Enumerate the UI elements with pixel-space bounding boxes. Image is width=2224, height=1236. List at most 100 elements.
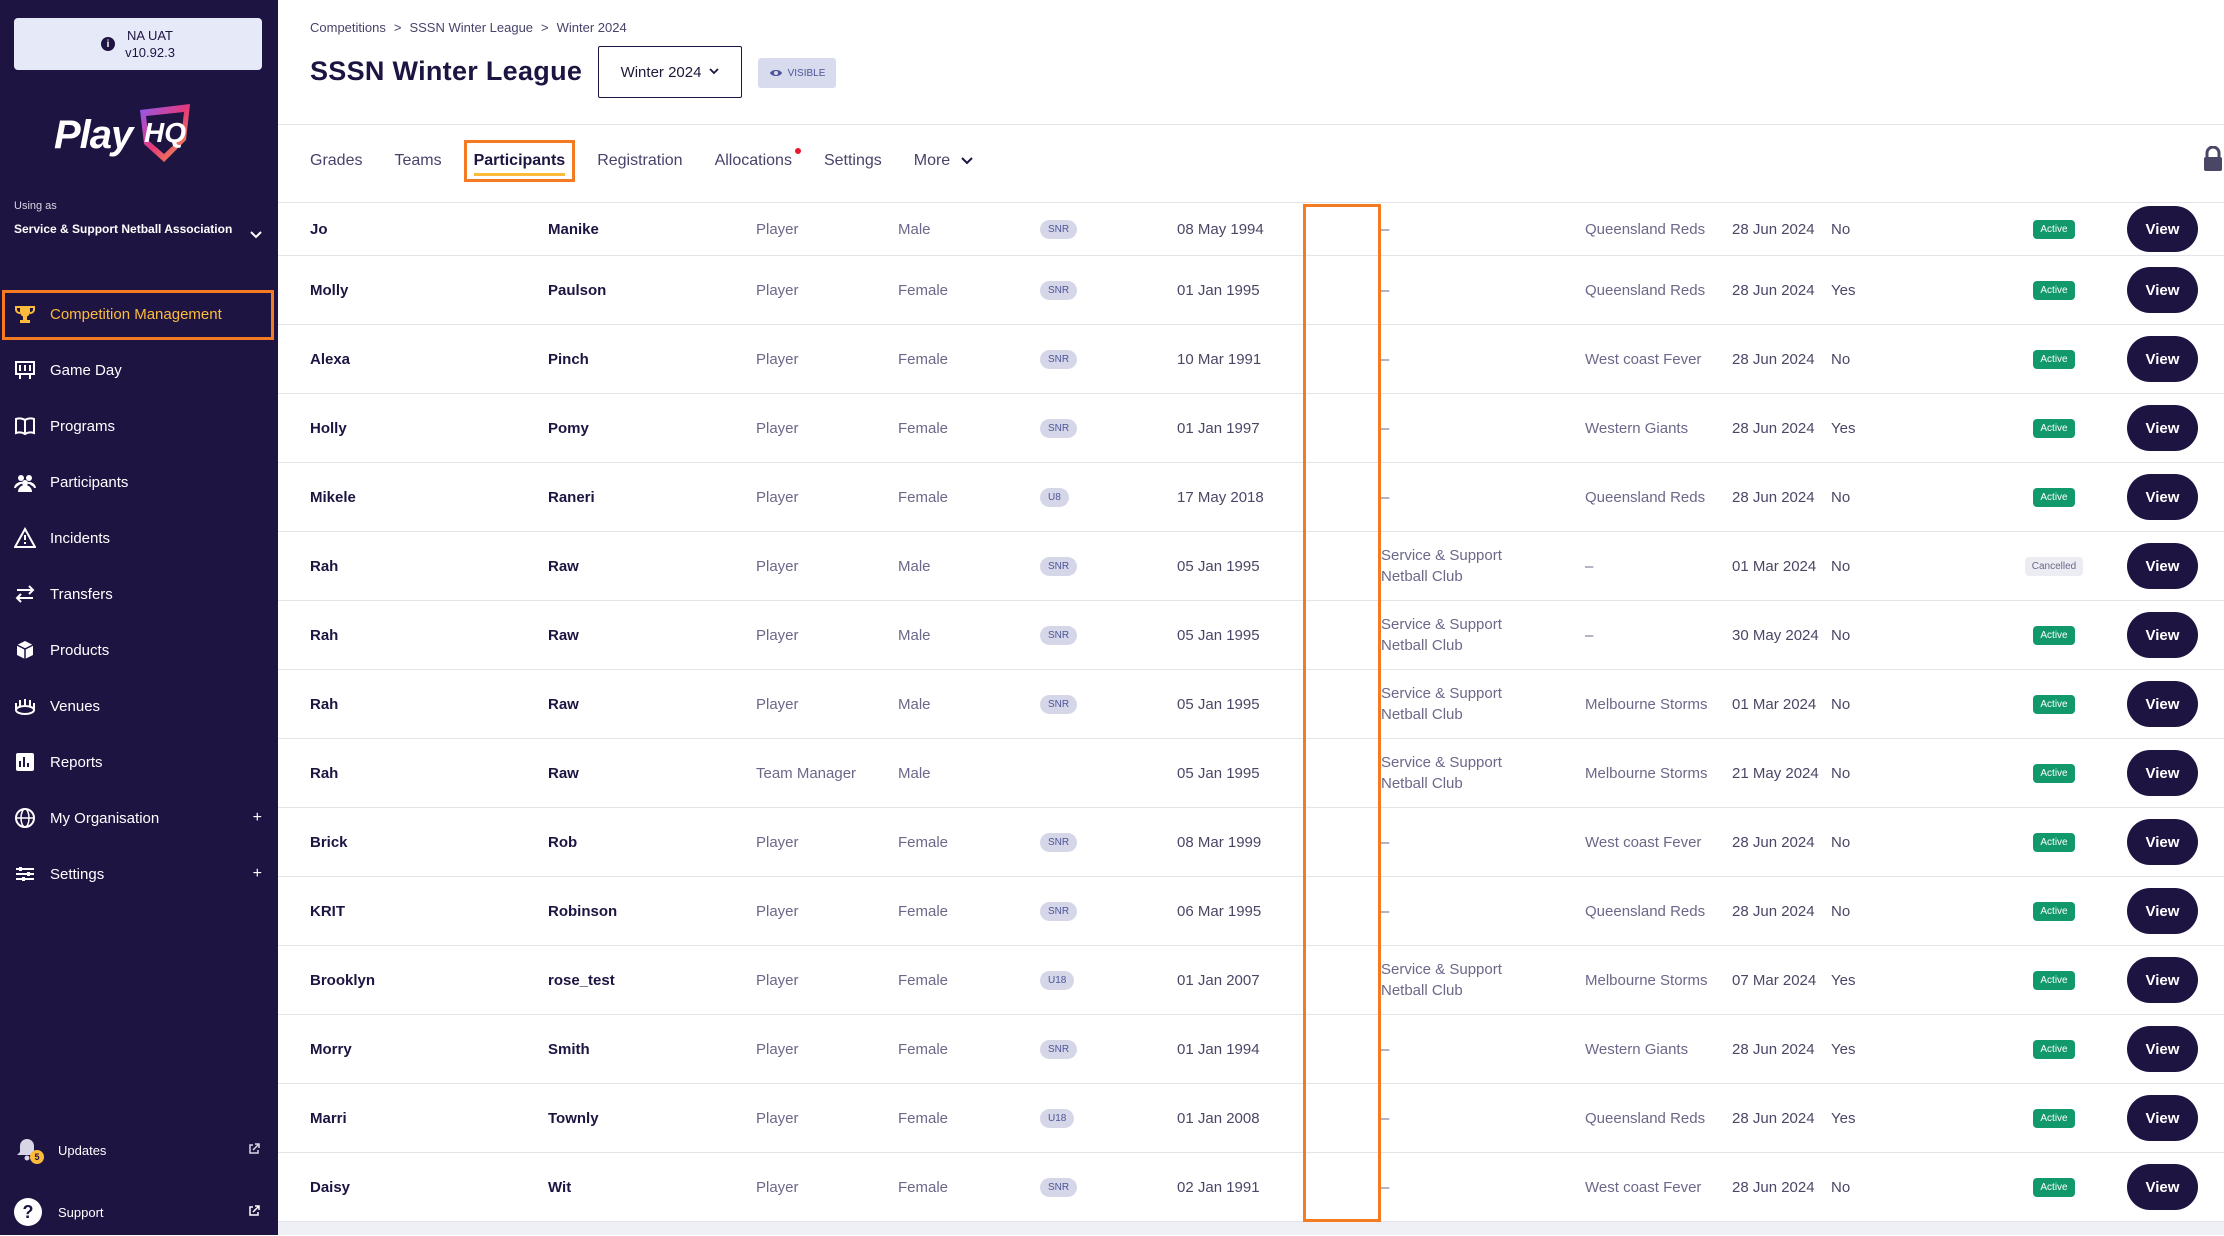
gender-cell: Female [898,419,949,437]
team-cell: West coast Fever [1585,350,1702,368]
view-button[interactable]: View [2127,474,2198,520]
view-button[interactable]: View [2127,888,2198,934]
view-button[interactable]: View [2127,819,2198,865]
expand-plus-icon[interactable]: + [253,865,262,883]
view-button[interactable]: View [2127,957,2198,1003]
organisation-switcher[interactable]: Service & Support Netball Association [14,222,244,237]
age-group-badge: SNR [1040,694,1078,714]
tab-label: Allocations [714,152,792,169]
tab-teams[interactable]: Teams [394,152,441,170]
external-link-icon [248,1142,260,1158]
table-row: Rah Raw Player Male SNR 05 Jan 1995 Service & … [278,532,2224,601]
breadcrumb: Competitions > SSSN Winter League > Winter 2… [310,20,627,35]
table-row: Jo Manike Player Male SNR 08 May 1994 – Queensl… [278,203,2224,256]
tab-participants[interactable]: Participants [463,140,575,182]
date-of-birth-cell: 01 Jan 2007 [1177,971,1260,989]
participants-table: Jo Manike Player Male SNR 08 May 1994 – Queensl… [278,203,2224,1222]
first-name-cell: Jo [310,220,328,238]
tab-bar: Grades Teams Participants Registration A… [310,140,1005,182]
book-icon [14,415,36,437]
view-button[interactable]: View [2127,1095,2198,1141]
sidebar-item-participants[interactable]: Participants [0,454,278,510]
first-name-cell: Daisy [310,1178,351,1196]
club-cell: – [1381,419,1390,437]
last-name-cell: Pomy [548,419,589,437]
transfer-arrows-icon [14,583,36,605]
view-button[interactable]: View [2127,612,2198,658]
sidebar-item-venues[interactable]: Venues [0,678,278,734]
first-name-cell: Rah [310,764,339,782]
updates-link[interactable]: 5 Updates [0,1126,278,1174]
horizontal-scrollbar[interactable] [278,1222,2224,1235]
breadcrumb-competitions[interactable]: Competitions [310,20,386,35]
sidebar-item-transfers[interactable]: Transfers [0,566,278,622]
gender-cell: Female [898,833,949,851]
table-row: Marri Townly Player Female U18 01 Jan 2008 – Qu… [278,1084,2224,1153]
sidebar-item-my-organisation[interactable]: My Organisation + [0,790,278,846]
expand-plus-icon[interactable]: + [253,809,262,827]
gender-cell: Female [898,1109,949,1127]
role-cell: Player [756,971,799,989]
financial-cell: No [1831,902,1851,920]
chevron-down-icon [960,157,973,165]
team-cell: Western Giants [1585,1040,1689,1058]
view-button[interactable]: View [2127,1164,2198,1210]
date-of-birth-cell: 17 May 2018 [1177,488,1264,506]
tab-more[interactable]: More [914,152,973,170]
sidebar-item-settings[interactable]: Settings + [0,846,278,902]
sidebar: i NA UAT v10.92.3 Play HQ Using as Servi… [0,0,278,1235]
registration-date-cell: 28 Jun 2024 [1732,220,1815,238]
role-cell: Team Manager [756,764,857,782]
date-of-birth-cell: 01 Jan 1997 [1177,419,1260,437]
tab-registration[interactable]: Registration [597,152,682,170]
status-badge: Active [2033,694,2075,714]
status-badge: Active [2033,970,2075,990]
lock-icon[interactable] [2202,145,2224,177]
sidebar-item-label: Settings [50,865,105,883]
view-button[interactable]: View [2127,1026,2198,1072]
view-button[interactable]: View [2127,543,2198,589]
sidebar-item-programs[interactable]: Programs [0,398,278,454]
view-button[interactable]: View [2127,206,2198,252]
first-name-cell: Marri [310,1109,347,1127]
sidebar-nav: Competition Management Game Day Programs… [0,286,278,902]
table-row: KRIT Robinson Player Female SNR 06 Mar 1995 – Q… [278,877,2224,946]
team-cell: Western Giants [1585,419,1689,437]
last-name-cell: Wit [548,1178,572,1196]
financial-cell: Yes [1831,1109,1856,1127]
sidebar-item-products[interactable]: Products [0,622,278,678]
sidebar-item-game-day[interactable]: Game Day [0,342,278,398]
first-name-cell: Brick [310,833,348,851]
playhq-logo[interactable]: Play HQ [54,102,196,168]
view-button[interactable]: View [2127,405,2198,451]
view-button[interactable]: View [2127,267,2198,313]
season-select-value: Winter 2024 [620,63,702,81]
gender-cell: Female [898,281,949,299]
sidebar-item-incidents[interactable]: Incidents [0,510,278,566]
support-link[interactable]: ? Support [0,1188,278,1236]
role-cell: Player [756,833,799,851]
page-title: SSSN Winter League [310,56,583,86]
team-cell: Melbourne Storms [1585,695,1708,713]
view-button[interactable]: View [2127,681,2198,727]
first-name-cell: KRIT [310,902,345,920]
tab-settings[interactable]: Settings [824,152,882,170]
breadcrumb-league[interactable]: SSSN Winter League [409,20,533,35]
view-button[interactable]: View [2127,750,2198,796]
role-cell: Player [756,1109,799,1127]
status-cell: Active [2014,203,2094,255]
age-group-cell: SNR [1040,394,1078,462]
view-button[interactable]: View [2127,336,2198,382]
sidebar-item-competition-management[interactable]: Competition Management [0,286,278,342]
age-group-badge: SNR [1040,280,1078,300]
club-cell: Service & Support Netball Club [1381,754,1502,792]
season-select[interactable]: Winter 2024 [598,46,742,98]
sidebar-item-reports[interactable]: Reports [0,734,278,790]
club-cell: Service & Support Netball Club [1381,685,1502,723]
tab-allocations[interactable]: Allocations [714,148,801,170]
tab-grades[interactable]: Grades [310,152,362,170]
chevron-down-icon[interactable] [250,228,262,242]
report-icon [14,751,36,773]
table-row: Rah Raw Team Manager Male 05 Jan 1995 Service… [278,739,2224,808]
date-of-birth-cell: 05 Jan 1995 [1177,626,1260,644]
